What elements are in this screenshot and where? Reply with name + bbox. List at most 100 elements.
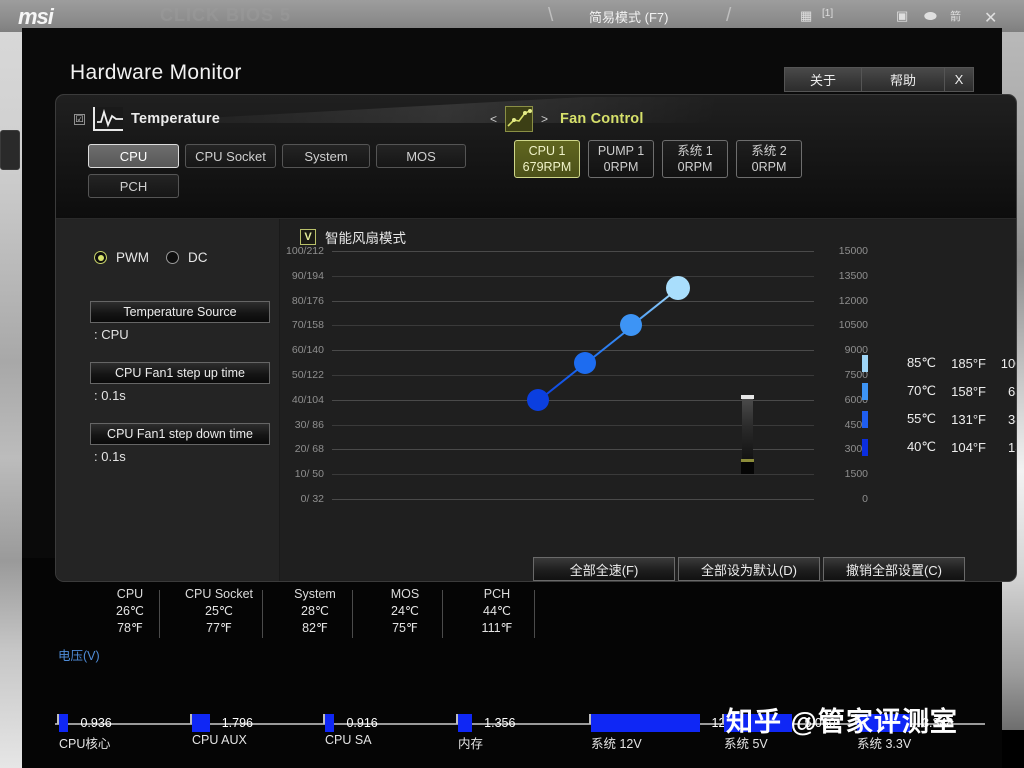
fan-settings-column: PWM DC Temperature Source : CPU CPU Fan1…	[56, 219, 280, 581]
fan-button-pump1[interactable]: PUMP 1 0RPM	[588, 140, 654, 178]
legend-fahrenheit: 185°F	[951, 355, 986, 371]
temperature-cell: CPU 26℃ 78℉	[85, 586, 175, 637]
about-button[interactable]: 关于	[784, 67, 862, 92]
y-tick-right: 13500	[838, 269, 868, 282]
temperature-name: CPU Socket	[184, 587, 254, 601]
tab-pch[interactable]: PCH	[88, 174, 179, 198]
voltage-value: 1.356	[484, 716, 516, 730]
radio-pwm[interactable]	[94, 251, 107, 264]
temperature-divider	[352, 590, 353, 638]
mode-radio-group: PWM DC	[94, 250, 208, 265]
legend-duty: 100%	[1000, 355, 1016, 371]
curve-point-3[interactable]	[620, 314, 643, 337]
legend-celsius: 40℃	[906, 439, 936, 454]
all-full-speed-button[interactable]: 全部全速(F)	[533, 557, 675, 581]
tab-cpu[interactable]: CPU	[88, 144, 179, 168]
help-button[interactable]: 帮助	[861, 67, 945, 92]
temperature-name: System	[294, 587, 336, 601]
fan-selector-row: CPU 1 679RPM PUMP 1 0RPM 系统 1 0RPM 系统 2 …	[514, 140, 802, 178]
grid-line	[332, 300, 814, 302]
next-arrow-icon[interactable]: >	[541, 112, 548, 126]
voltage-label: CPU核心	[59, 737, 111, 751]
legend-row: 70℃ 158°F 63%	[862, 377, 1016, 405]
temperature-name: MOS	[390, 587, 420, 601]
y-tick-left: 70/158	[291, 319, 324, 332]
tab-mos[interactable]: MOS	[376, 144, 466, 168]
exit-icon[interactable]: ✕	[984, 8, 997, 28]
fan-button-cpu1[interactable]: CPU 1 679RPM	[514, 140, 580, 178]
dialog-title: Hardware Monitor	[70, 61, 242, 84]
tab-cpu-socket[interactable]: CPU Socket	[185, 144, 276, 168]
y-tick-right: 0	[862, 493, 868, 505]
temperature-celsius: 26℃	[116, 604, 144, 618]
temperature-celsius: 28℃	[301, 604, 329, 618]
fan-button-sys1-rpm: 0RPM	[677, 160, 713, 174]
legend-swatch	[862, 382, 868, 400]
y-tick-left: 10/ 50	[294, 468, 324, 481]
legend-fahrenheit: 131°F	[951, 411, 986, 427]
temperature-source-button[interactable]: Temperature Source	[90, 301, 270, 323]
temperature-cell: MOS 24℃ 75℉	[360, 586, 450, 637]
voltage-value: 1.796	[221, 716, 253, 730]
temperature-fahrenheit: 75℉	[392, 621, 418, 635]
footer-button-row: 全部全速(F) 全部设为默认(D) 撤销全部设置(C)	[533, 557, 965, 581]
undo-all-button[interactable]: 撤销全部设置(C)	[823, 557, 965, 581]
bios-divider-2: /	[726, 5, 732, 26]
easy-mode-label[interactable]: 简易模式 (F7)	[589, 7, 668, 26]
fan-button-sys2-name: 系统 2	[751, 144, 787, 158]
voltage-value: 0.916	[346, 716, 378, 730]
voltage-bar	[458, 714, 473, 732]
temperature-name: PCH	[483, 587, 511, 601]
temperature-collapse-checkbox[interactable]: ☑	[74, 113, 85, 125]
radio-pwm-label: PWM	[116, 250, 149, 265]
temperature-source-value: : CPU	[94, 327, 129, 342]
step-down-time-button[interactable]: CPU Fan1 step down time	[90, 423, 270, 445]
curve-point-4[interactable]	[666, 276, 690, 301]
curve-point-1[interactable]	[527, 388, 549, 411]
temperature-cell: System 28℃ 82℉	[270, 586, 360, 637]
voltage-section-title: 电压(V)	[58, 649, 100, 663]
hardware-monitor-dialog: Hardware Monitor 关于 帮助 X ☑ Temperature C…	[22, 28, 1017, 582]
curve-point-2[interactable]	[573, 351, 596, 374]
msi-logo: msi	[18, 4, 54, 29]
radio-dc[interactable]	[166, 251, 179, 264]
voltage-label: 系统 12V	[591, 737, 642, 751]
legend-row: 55℃ 131°F 38%	[862, 405, 1016, 433]
close-button[interactable]: X	[944, 67, 974, 92]
legend-celsius: 70℃	[906, 383, 936, 398]
voltage-value: 0.936	[80, 716, 112, 730]
legend-swatch	[862, 438, 868, 456]
temperature-divider	[534, 590, 535, 638]
language-icon[interactable]: 箭	[950, 8, 961, 24]
tab-system[interactable]: System	[282, 144, 370, 168]
step-up-time-button[interactable]: CPU Fan1 step up time	[90, 362, 270, 384]
y-tick-right: 10500	[838, 319, 868, 332]
step-down-time-value: : 0.1s	[94, 449, 126, 464]
fan-button-sys1[interactable]: 系统 1 0RPM	[662, 140, 728, 178]
fan-button-sys1-name: 系统 1	[677, 144, 713, 158]
fan-button-cpu1-name: CPU 1	[528, 144, 566, 158]
fan-section-header: < > Fan Control	[490, 106, 644, 132]
bios-divider-1: \	[548, 5, 554, 26]
prev-arrow-icon[interactable]: <	[490, 112, 497, 126]
y-tick-right: 15000	[838, 245, 868, 257]
voltage-label: 内存	[458, 737, 484, 751]
all-default-button[interactable]: 全部设为默认(D)	[678, 557, 820, 581]
waveform-icon	[93, 107, 123, 131]
y-tick-left: 40/104	[291, 393, 324, 406]
current-rpm-base	[741, 462, 754, 474]
voltage-bar	[192, 714, 210, 732]
legend-fahrenheit: 104°F	[951, 439, 986, 455]
screenshot-icon[interactable]: ▣	[896, 8, 908, 24]
smart-fan-mode-checkbox[interactable]: V	[300, 229, 316, 245]
fan-button-cpu1-rpm: 679RPM	[522, 160, 572, 174]
fan-section-title: Fan Control	[560, 111, 644, 127]
smart-fan-mode-row: V 智能风扇模式	[300, 227, 406, 247]
grid-line	[332, 251, 814, 252]
voltage-bar	[591, 714, 700, 732]
temperature-celsius: 25℃	[205, 604, 233, 618]
cpu-chip-icon: ▦	[800, 8, 813, 23]
shield-icon[interactable]: ⬬	[924, 8, 937, 25]
fan-button-sys2[interactable]: 系统 2 0RPM	[736, 140, 802, 178]
legend-celsius: 85℃	[906, 355, 936, 370]
